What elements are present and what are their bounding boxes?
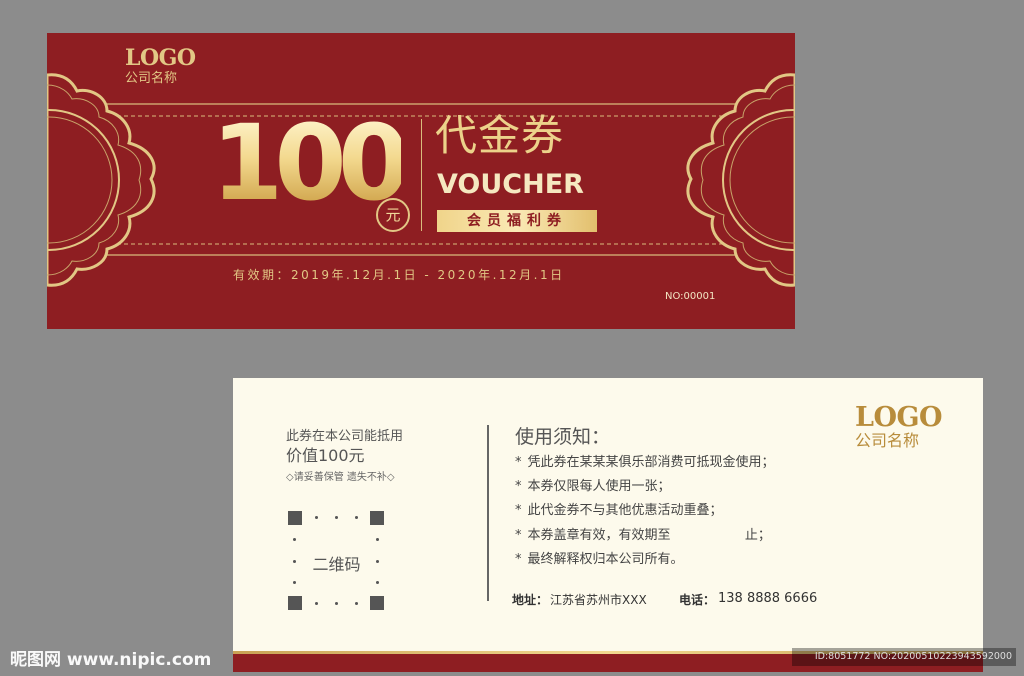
keep-notice: ◇请妥善保管 遗失不补◇ (286, 472, 395, 483)
qr-corner (370, 511, 384, 525)
phone-label: 电话： (679, 593, 716, 607)
rule-item: * 此代金券不与其他优惠活动重叠； (515, 503, 723, 519)
logo-text: LOGO (855, 402, 943, 433)
qr-dot (315, 516, 318, 519)
voucher-value: 价值100元 (286, 446, 365, 465)
qr-dot (355, 602, 358, 605)
rule-item: * 本券盖章有效，有效期至 止； (515, 527, 771, 543)
qr-dot (355, 516, 358, 519)
company-name: 公司名称 (125, 71, 178, 86)
member-badge: 会员福利券 (437, 210, 597, 232)
rule-item: * 最终解释权归本公司所有。 (515, 551, 684, 567)
voucher-title-en: VOUCHER (437, 169, 584, 200)
validity-period: 有效期：2019年.12月.1日 - 2020年.12月.1日 (233, 268, 565, 282)
image-id-watermark: ID:8051772 NO:20200510223943592000 (792, 648, 1016, 666)
qr-dot (376, 581, 379, 584)
voucher-title-cn: 代金券 (435, 111, 565, 160)
voucher-front: LOGO 公司名称 100 元 代金券 VOUCHER 会员福利券 有效期：20… (47, 33, 795, 329)
title-divider (421, 119, 422, 231)
qr-code-placeholder: 二维码 (288, 511, 385, 610)
back-logo: LOGO 公司名称 (855, 402, 943, 450)
qr-dot (376, 538, 379, 541)
logo-text: LOGO (125, 45, 196, 71)
qr-dot (293, 581, 296, 584)
voucher-back: 此券在本公司能抵用 价值100元 ◇请妥善保管 遗失不补◇ 二维码 使用须知： … (233, 378, 983, 672)
serial-number: NO:00001 (665, 291, 716, 302)
front-logo: LOGO 公司名称 (125, 47, 196, 85)
address-label: 地址： (512, 593, 549, 607)
voucher-amount: 100 (211, 102, 410, 224)
company-name: 公司名称 (855, 431, 920, 450)
rule-item: * 本券仅限每人使用一张； (515, 479, 671, 495)
right-ornament (686, 73, 795, 287)
back-divider (487, 425, 489, 601)
qr-dot (293, 538, 296, 541)
qr-dot (335, 516, 338, 519)
usage-rules: * 凭此券在某某某俱乐部消费可抵现金使用； * 本券仅限每人使用一张； * 此代金券不… (515, 451, 775, 572)
site-watermark: 昵图网 www.nipic.com (10, 650, 212, 670)
left-ornament (47, 73, 156, 287)
qr-corner (288, 596, 302, 610)
phone-value: 138 8888 6666 (718, 591, 818, 606)
notice-title: 使用须知： (515, 426, 611, 448)
qr-corner (288, 511, 302, 525)
qr-label: 二维码 (312, 555, 361, 574)
qr-corner (370, 596, 384, 610)
amount-unit: 元 (376, 198, 410, 232)
address-value: 江苏省苏州市XXX (550, 593, 647, 607)
qr-dot (335, 602, 338, 605)
qr-dot (315, 602, 318, 605)
rule-item: * 凭此券在某某某俱乐部消费可抵现金使用； (515, 455, 775, 470)
